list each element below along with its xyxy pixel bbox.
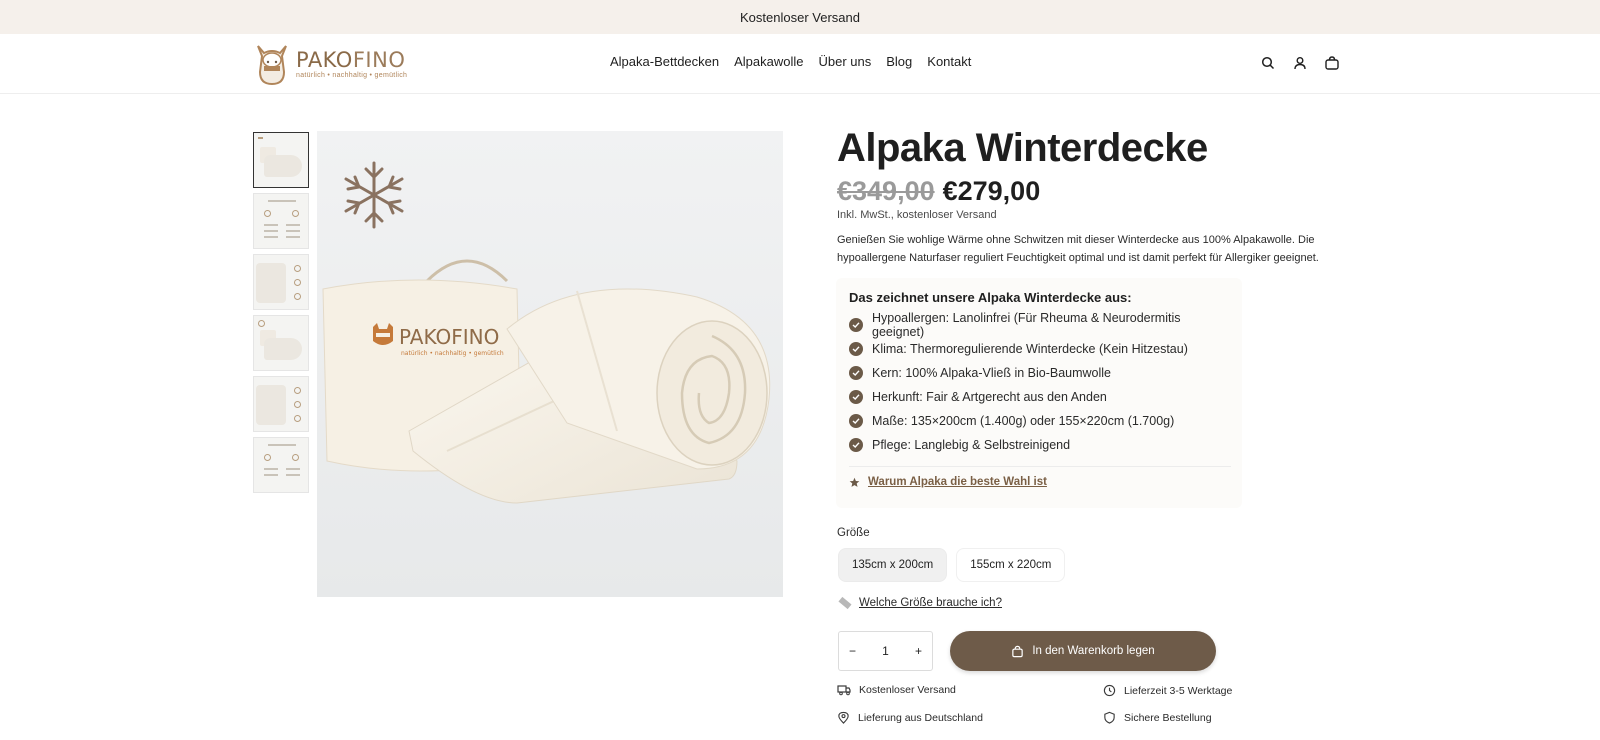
thumbnail-3[interactable]	[253, 254, 309, 310]
thumbnail-2[interactable]	[253, 193, 309, 249]
location-pin-icon	[838, 711, 849, 724]
price-block: €349,00 €279,00	[837, 176, 1040, 207]
feature-item: Kern: 100% Alpaka-Vließ in Bio-Baumwolle	[849, 361, 1229, 385]
why-alpaca-link[interactable]: Warum Alpaka die beste Wahl ist	[849, 476, 1229, 488]
search-icon[interactable]	[1259, 54, 1277, 72]
account-icon[interactable]	[1291, 54, 1309, 72]
thumbnail-4[interactable]	[253, 315, 309, 371]
usp-secure-order: Sichere Bestellung	[1103, 711, 1212, 724]
header-actions	[1259, 54, 1341, 72]
feature-item: Maße: 135×200cm (1.400g) oder 155×220cm …	[849, 409, 1229, 433]
price-sale: €279,00	[942, 176, 1041, 206]
check-icon	[849, 390, 863, 404]
feature-item: Herkunft: Fair & Artgerecht aus den Ande…	[849, 385, 1229, 409]
product-thumbnails	[253, 132, 309, 493]
price-original: €349,00	[837, 176, 935, 206]
size-guide-link[interactable]: Welche Größe brauche ich?	[838, 596, 1002, 610]
nav-blog[interactable]: Blog	[886, 54, 912, 69]
thumbnail-1[interactable]	[253, 132, 309, 188]
size-option-135x200[interactable]: 135cm x 200cm	[838, 548, 948, 582]
alpaca-logo-icon	[257, 45, 287, 86]
product-title: Alpaka Winterdecke	[837, 126, 1208, 170]
brand-logo[interactable]: PAKOFINO natürlich • nachhaltig • gemütl…	[250, 41, 415, 87]
feature-item: Pflege: Langlebig & Selbstreinigend	[849, 433, 1229, 457]
size-option-155x220[interactable]: 155cm x 220cm	[956, 548, 1066, 582]
quantity-value[interactable]: 1	[882, 644, 889, 658]
shield-icon	[1104, 711, 1115, 724]
feature-item: Hypoallergen: Lanolinfrei (Für Rheuma & …	[849, 311, 1229, 339]
nav-kontakt[interactable]: Kontakt	[927, 54, 971, 69]
size-label: Größe	[837, 527, 870, 539]
brand-name-part2: FINO	[352, 48, 406, 72]
thumbnail-5[interactable]	[253, 376, 309, 432]
product-description: Genießen Sie wohlige Wärme ohne Schwitze…	[837, 234, 1319, 264]
bag-tagline-text: natürlich • nachhaltig • gemütlich	[401, 350, 504, 357]
nav-alpakawolle[interactable]: Alpakawolle	[734, 54, 803, 69]
nav-ueber-uns[interactable]: Über uns	[819, 54, 872, 69]
check-icon	[849, 342, 863, 356]
check-icon	[849, 366, 863, 380]
ruler-icon	[838, 596, 852, 610]
features-box: Das zeichnet unsere Alpaka Winterdecke a…	[836, 278, 1242, 508]
star-icon	[849, 477, 860, 487]
site-header: PAKOFINO natürlich • nachhaltig • gemütl…	[0, 34, 1600, 94]
tax-note: Inkl. MwSt., kostenloser Versand	[837, 209, 997, 221]
product-main-image[interactable]: PAKOFINO natürlich • nachhaltig • gemütl…	[317, 131, 783, 597]
nav-alpaka-bettdecken[interactable]: Alpaka-Bettdecken	[610, 54, 719, 69]
size-options: 135cm x 200cm 155cm x 220cm	[838, 548, 1066, 582]
features-divider	[849, 466, 1231, 467]
check-icon	[849, 438, 863, 452]
usp-delivery-time: Lieferzeit 3-5 Werktage	[1103, 684, 1232, 697]
truck-icon	[837, 685, 851, 696]
feature-item: Klima: Thermoregulierende Winterdecke (K…	[849, 337, 1229, 361]
quantity-increase-button[interactable]: +	[915, 644, 922, 658]
add-to-cart-button[interactable]: In den Warenkorb legen	[950, 631, 1216, 671]
announcement-text: Kostenloser Versand	[740, 9, 860, 25]
cart-icon[interactable]	[1323, 54, 1341, 72]
clock-icon	[1103, 684, 1116, 697]
brand-name-part1: PAKO	[296, 48, 353, 72]
quantity-stepper: − 1 +	[838, 631, 933, 671]
bag-icon	[1012, 645, 1024, 657]
check-icon	[849, 414, 863, 428]
quantity-decrease-button[interactable]: −	[849, 644, 856, 658]
check-icon	[849, 318, 863, 332]
usp-free-shipping: Kostenloser Versand	[837, 684, 956, 696]
bag-brand-text: PAKOFINO	[399, 325, 499, 349]
announcement-bar: Kostenloser Versand	[0, 0, 1600, 34]
main-nav: Alpaka-Bettdecken Alpakawolle Über uns B…	[610, 54, 971, 69]
brand-tagline: natürlich • nachhaltig • gemütlich	[296, 72, 408, 79]
features-heading: Das zeichnet unsere Alpaka Winterdecke a…	[849, 290, 1132, 305]
thumbnail-6[interactable]	[253, 437, 309, 493]
usp-shipping-origin: Lieferung aus Deutschland	[837, 711, 983, 724]
